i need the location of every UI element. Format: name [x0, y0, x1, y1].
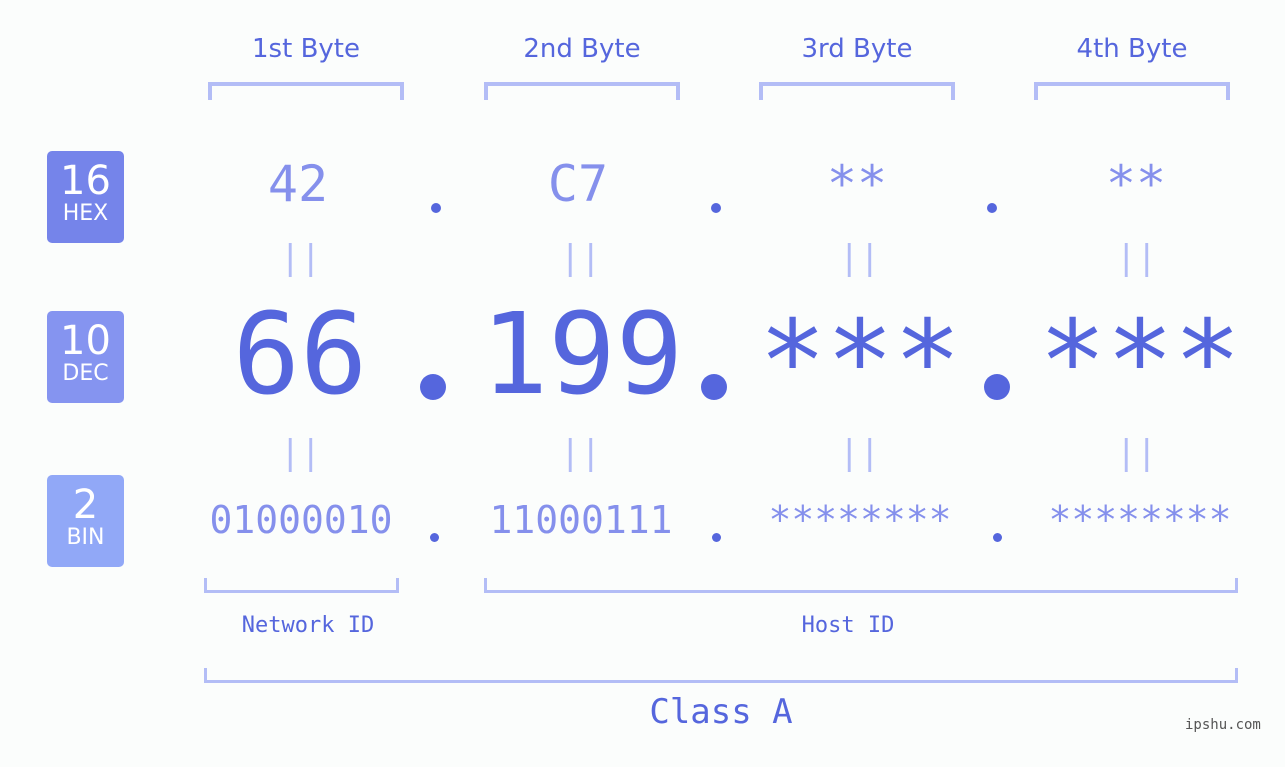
- class-bracket: [204, 668, 1238, 683]
- byte-bracket-3: [759, 82, 955, 100]
- dec-byte-4: ***: [1038, 297, 1242, 427]
- byte-bracket-4: [1034, 82, 1230, 100]
- dec-dot-1: [420, 374, 446, 400]
- dec-byte-2: 199: [480, 290, 684, 420]
- column-header-2: 2nd Byte: [523, 34, 641, 64]
- hex-dot-1: [431, 203, 441, 213]
- equals-hex-dec-1: ||: [280, 238, 321, 278]
- dec-byte-1: 66: [232, 290, 368, 420]
- hex-dot-3: [987, 203, 997, 213]
- equals-dec-bin-1: ||: [280, 433, 321, 473]
- hex-byte-4: **: [1105, 155, 1167, 213]
- bin-dot-2: [712, 533, 721, 542]
- dec-base: 10: [60, 318, 111, 364]
- host-id-label: Host ID: [801, 613, 895, 638]
- hex-byte-1: 42: [267, 155, 329, 213]
- equals-hex-dec-2: ||: [560, 238, 601, 278]
- column-header-3: 3rd Byte: [801, 34, 913, 64]
- hex-dot-2: [711, 203, 721, 213]
- equals-dec-bin-2: ||: [560, 433, 601, 473]
- network-id-bracket: [204, 578, 399, 593]
- dec-dot-3: [984, 374, 1010, 400]
- hex-byte-3: **: [826, 155, 888, 213]
- hex-base: 16: [60, 158, 111, 204]
- equals-dec-bin-4: ||: [1116, 433, 1157, 473]
- bin-base: 2: [72, 482, 99, 528]
- dec-dot-2: [701, 374, 727, 400]
- bin-byte-1: 01000010: [209, 498, 393, 542]
- byte-bracket-1: [208, 82, 404, 100]
- dec-label: DEC: [62, 361, 109, 386]
- bin-dot-3: [993, 533, 1002, 542]
- equals-hex-dec-3: ||: [839, 238, 880, 278]
- class-label: Class A: [649, 692, 793, 732]
- bin-byte-4: ********: [1048, 498, 1232, 542]
- dec-badge: 10 DEC: [47, 311, 124, 403]
- host-id-bracket: [484, 578, 1238, 593]
- equals-dec-bin-3: ||: [839, 433, 880, 473]
- hex-badge: 16 HEX: [47, 151, 124, 243]
- column-header-1: 1st Byte: [252, 34, 360, 64]
- bin-byte-3: ********: [768, 498, 952, 542]
- watermark: ipshu.com: [1185, 717, 1261, 733]
- hex-label: HEX: [62, 201, 109, 226]
- network-id-label: Network ID: [241, 613, 375, 638]
- byte-bracket-2: [484, 82, 680, 100]
- dec-byte-3: ***: [758, 297, 962, 427]
- bin-label: BIN: [66, 525, 105, 550]
- column-header-4: 4th Byte: [1076, 34, 1188, 64]
- hex-byte-2: C7: [547, 155, 609, 213]
- bin-byte-2: 11000111: [489, 498, 673, 542]
- bin-badge: 2 BIN: [47, 475, 124, 567]
- bin-dot-1: [430, 533, 439, 542]
- equals-hex-dec-4: ||: [1116, 238, 1157, 278]
